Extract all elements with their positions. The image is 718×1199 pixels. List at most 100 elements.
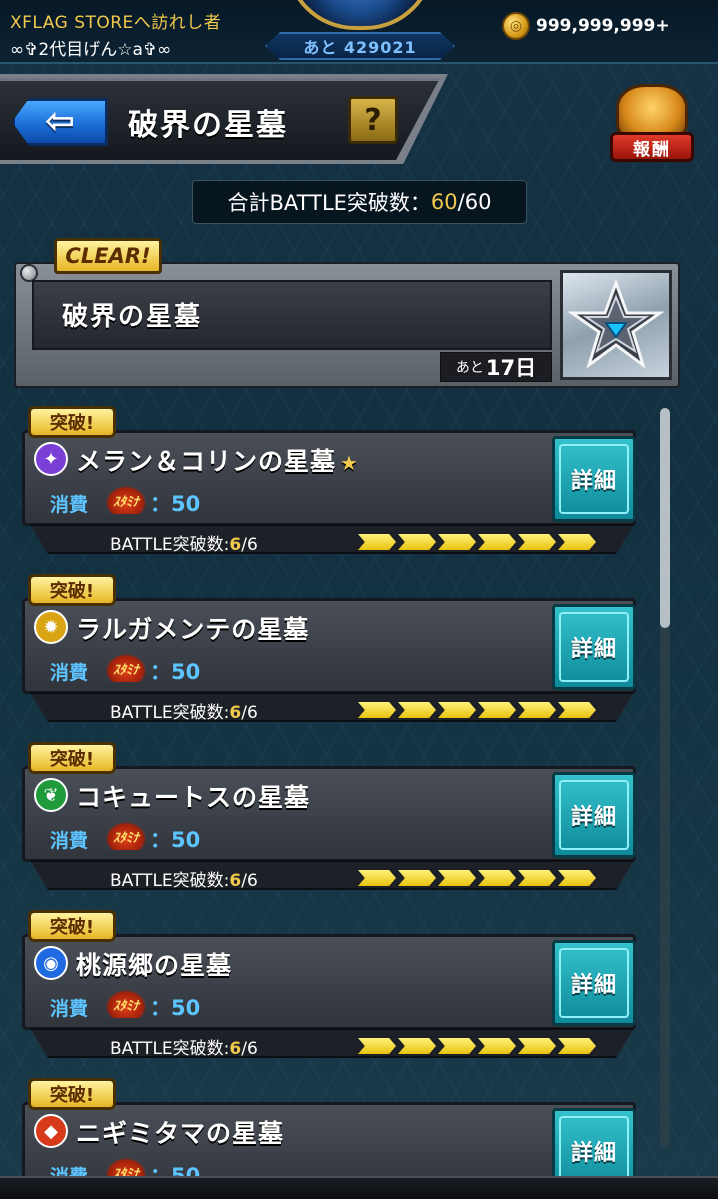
progress-segment bbox=[358, 870, 396, 886]
progress-text: BATTLE突破数:6/6 bbox=[110, 1039, 258, 1059]
progress-segment bbox=[438, 870, 476, 886]
dark-element-icon: ✦ bbox=[34, 442, 68, 476]
next-level-counter: あと 429021 bbox=[265, 32, 455, 60]
back-button[interactable]: ⇦ bbox=[12, 98, 108, 146]
store-visitor-title: XFLAG STOREへ訪れし者 bbox=[10, 13, 222, 33]
wood-element-icon: ❦ bbox=[34, 778, 68, 812]
progress-segment bbox=[478, 534, 516, 550]
cost-value: ：50 bbox=[150, 828, 201, 852]
stamina-icon: ｽﾀﾐﾅ bbox=[106, 654, 146, 682]
water-element-icon: ◉ bbox=[34, 946, 68, 980]
clear-badge: CLEAR! bbox=[54, 238, 162, 274]
cost-label: 消費 bbox=[50, 662, 89, 684]
detail-label: 詳細 bbox=[559, 1116, 629, 1176]
stamina-icon: ｽﾀﾐﾅ bbox=[106, 1158, 146, 1176]
player-name: ∞✞2代目げん☆a✞∞ bbox=[10, 40, 172, 60]
dungeon-name: 破界の星墓 bbox=[62, 302, 203, 332]
breakthrough-badge: 突破! bbox=[28, 910, 116, 942]
remaining-value: 17日 bbox=[485, 356, 537, 380]
detail-button[interactable]: 詳細 bbox=[552, 436, 636, 522]
progress-segment bbox=[518, 534, 556, 550]
scrollbar-thumb[interactable] bbox=[660, 408, 670, 628]
coin-value: 999,999,999+ bbox=[536, 16, 670, 36]
total-current: 60 bbox=[430, 190, 458, 214]
progress-bar bbox=[358, 534, 596, 550]
star-icon bbox=[568, 278, 664, 369]
cost-value: ：50 bbox=[150, 492, 201, 516]
progress-segment bbox=[518, 1038, 556, 1054]
progress-bar bbox=[358, 702, 596, 718]
progress-segment bbox=[518, 870, 556, 886]
remaining-prefix: あと bbox=[455, 360, 484, 376]
detail-button[interactable]: 詳細 bbox=[552, 940, 636, 1026]
total-separator: / bbox=[457, 190, 465, 214]
back-arrow-icon: ⇦ bbox=[44, 101, 76, 142]
light-element-icon: ✹ bbox=[34, 610, 68, 644]
coin-counter[interactable]: ◎ 999,999,999+ bbox=[502, 12, 670, 40]
progress-segment bbox=[358, 1038, 396, 1054]
breakthrough-badge: 突破! bbox=[28, 406, 116, 438]
quest-card-melan-colin[interactable]: 突破! ✦ メラン＆コリンの星墓 ★ 消費 ｽﾀﾐﾅ ：50 詳細 BATTLE突… bbox=[22, 406, 642, 556]
quest-list[interactable]: 突破! ✦ メラン＆コリンの星墓 ★ 消費 ｽﾀﾐﾅ ：50 詳細 BATTLE突… bbox=[14, 400, 680, 1176]
progress-text: BATTLE突破数:6/6 bbox=[110, 535, 258, 555]
cost-label: 消費 bbox=[50, 998, 89, 1020]
total-label: 合計BATTLE突破数： bbox=[227, 191, 431, 215]
cost-label: 消費 bbox=[50, 830, 89, 852]
progress-segment bbox=[478, 1038, 516, 1054]
progress-segment bbox=[558, 534, 596, 550]
progress-segment bbox=[358, 534, 396, 550]
progress-segment bbox=[438, 1038, 476, 1054]
remaining-days: あと 17日 bbox=[440, 352, 552, 382]
progress-text: BATTLE突破数:6/6 bbox=[110, 703, 258, 723]
progress-segment bbox=[478, 702, 516, 718]
quest-name: ニギミタマの星墓 bbox=[76, 1119, 285, 1148]
detail-button[interactable]: 詳細 bbox=[552, 1108, 636, 1176]
progress-bar bbox=[358, 870, 596, 886]
progress-segment bbox=[438, 702, 476, 718]
breakthrough-badge: 突破! bbox=[28, 1078, 116, 1110]
breakthrough-badge: 突破! bbox=[28, 574, 116, 606]
quest-name: メラン＆コリンの星墓 ★ bbox=[76, 447, 359, 476]
star-icon: ★ bbox=[340, 451, 359, 475]
detail-button[interactable]: 詳細 bbox=[552, 604, 636, 690]
help-button[interactable]: ? bbox=[348, 96, 398, 144]
detail-label: 詳細 bbox=[559, 612, 629, 682]
progress-text: BATTLE突破数:6/6 bbox=[110, 871, 258, 891]
coin-icon: ◎ bbox=[502, 12, 530, 40]
reward-button[interactable]: 報酬 bbox=[606, 78, 698, 170]
progress-segment bbox=[518, 702, 556, 718]
progress-segment bbox=[398, 870, 436, 886]
quest-name: コキュートスの星墓 bbox=[76, 783, 311, 812]
quest-card-larga-mente[interactable]: 突破! ✹ ラルガメンテの星墓 消費 ｽﾀﾐﾅ ：50 詳細 BATTLE突破数… bbox=[22, 574, 642, 724]
cost-value: ：50 bbox=[150, 660, 201, 684]
cost-value: ：50 bbox=[150, 1164, 201, 1176]
bottom-nav-bar bbox=[0, 1176, 718, 1199]
stamina-icon: ｽﾀﾐﾅ bbox=[106, 990, 146, 1018]
progress-segment bbox=[398, 1038, 436, 1054]
progress-segment bbox=[438, 534, 476, 550]
detail-button[interactable]: 詳細 bbox=[552, 772, 636, 858]
quest-card-nigimitama[interactable]: 突破! ◆ ニギミタマの星墓 消費 ｽﾀﾐﾅ ：50 詳細 bbox=[22, 1078, 642, 1176]
progress-bar bbox=[358, 1038, 596, 1054]
progress-segment bbox=[398, 702, 436, 718]
reward-label: 報酬 bbox=[610, 132, 694, 162]
total-max: 60 bbox=[464, 190, 492, 214]
page-title: 破界の星墓 bbox=[128, 108, 288, 143]
progress-segment bbox=[558, 702, 596, 718]
quest-name: ラルガメンテの星墓 bbox=[76, 615, 310, 644]
progress-segment bbox=[558, 1038, 596, 1054]
stamina-icon: ｽﾀﾐﾅ bbox=[106, 822, 146, 850]
cost-label: 消費 bbox=[50, 1162, 88, 1176]
progress-segment bbox=[358, 702, 396, 718]
quest-card-cocytus[interactable]: 突破! ❦ コキュートスの星墓 消費 ｽﾀﾐﾅ ：50 詳細 BATTLE突破数… bbox=[22, 742, 642, 892]
quest-card-tougenkyou[interactable]: 突破! ◉ 桃源郷の星墓 消費 ｽﾀﾐﾅ ：50 詳細 BATTLE突破数:6/… bbox=[22, 910, 642, 1060]
cost-label: 消費 bbox=[50, 494, 89, 516]
progress-segment bbox=[398, 534, 436, 550]
detail-label: 詳細 bbox=[559, 948, 629, 1018]
detail-label: 詳細 bbox=[559, 780, 629, 850]
breakthrough-badge: 突破! bbox=[28, 742, 116, 774]
star-tomb-emblem bbox=[560, 270, 672, 380]
fire-element-icon: ◆ bbox=[34, 1114, 68, 1148]
progress-segment bbox=[478, 870, 516, 886]
total-battle-count: 合計BATTLE突破数： 60 / 60 bbox=[192, 180, 527, 224]
